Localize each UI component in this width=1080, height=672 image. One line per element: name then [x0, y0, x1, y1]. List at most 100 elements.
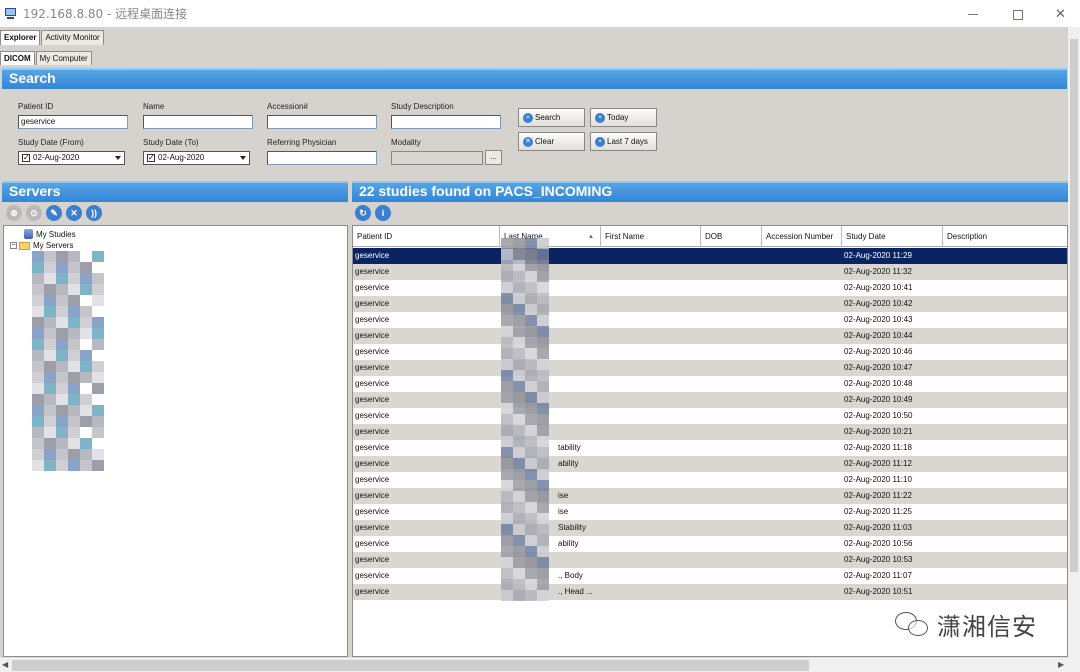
- table-row[interactable]: geservice 02-Aug-2020 10:53: [353, 552, 1067, 568]
- column-first-name[interactable]: First Name: [601, 226, 701, 247]
- redaction-block: [44, 339, 56, 350]
- redaction-block: [501, 491, 513, 502]
- cell-first-name: [601, 264, 701, 280]
- table-row[interactable]: geservice tability 02-Aug-2020 11:18: [353, 440, 1067, 456]
- table-row[interactable]: geservice 02-Aug-2020 11:29: [353, 248, 1067, 264]
- table-row[interactable]: geservice 02-Aug-2020 10:44: [353, 328, 1067, 344]
- redaction-block: [537, 535, 549, 546]
- today-button[interactable]: ▪ Today: [590, 108, 657, 127]
- redaction-block: [44, 460, 56, 471]
- cell-patient-id: geservice: [355, 523, 390, 532]
- name-input[interactable]: [143, 115, 253, 129]
- maximize-button[interactable]: [995, 0, 1040, 27]
- redaction-block: [44, 438, 56, 449]
- server-tree: My Studies − My Servers: [3, 225, 348, 657]
- collapse-icon[interactable]: −: [10, 242, 17, 249]
- redaction-block: [32, 383, 44, 394]
- search-button[interactable]: ⌕ Search: [518, 108, 585, 127]
- accession-input[interactable]: [267, 115, 377, 129]
- scroll-left-icon[interactable]: ◀: [2, 660, 8, 669]
- date-to-picker[interactable]: 02-Aug-2020: [143, 151, 250, 165]
- redaction-block: [32, 449, 44, 460]
- tree-item-my-servers[interactable]: − My Servers: [10, 241, 73, 250]
- scroll-right-icon[interactable]: ▶: [1058, 660, 1064, 669]
- table-row[interactable]: geservice., Body 02-Aug-2020 11:07: [353, 568, 1067, 584]
- table-row[interactable]: geservice 02-Aug-2020 10:46: [353, 344, 1067, 360]
- modality-input[interactable]: [391, 151, 483, 165]
- redaction-block: [501, 546, 513, 557]
- table-row[interactable]: geservice 02-Aug-2020 10:48: [353, 376, 1067, 392]
- chevron-down-icon[interactable]: [113, 153, 123, 163]
- redaction-block: [80, 405, 92, 416]
- study-description-input[interactable]: [391, 115, 501, 129]
- redaction-block: [501, 271, 513, 282]
- redaction-block: [32, 416, 44, 427]
- table-row[interactable]: geservice 02-Aug-2020 10:49: [353, 392, 1067, 408]
- table-row[interactable]: geservice 02-Aug-2020 11:32: [353, 264, 1067, 280]
- last-7-days-button[interactable]: ▪ Last 7 days: [590, 132, 657, 151]
- minimize-button[interactable]: [950, 0, 995, 27]
- clear-button[interactable]: ✕ Clear: [518, 132, 585, 151]
- redaction-block: [44, 405, 56, 416]
- redaction-block: [525, 304, 537, 315]
- modality-browse-button[interactable]: ...: [485, 150, 502, 165]
- table-row[interactable]: geservice Stability 02-Aug-2020 11:03: [353, 520, 1067, 536]
- redaction-block: [68, 460, 80, 471]
- redaction-block: [513, 535, 525, 546]
- tab-my-computer[interactable]: My Computer: [35, 51, 92, 65]
- date-from-picker[interactable]: 02-Aug-2020: [18, 151, 125, 165]
- column-patient-id[interactable]: Patient ID: [353, 226, 500, 247]
- table-row[interactable]: geservice ability 02-Aug-2020 10:56: [353, 536, 1067, 552]
- redaction-block: [501, 425, 513, 436]
- column-description[interactable]: Description: [943, 226, 1067, 247]
- edit-server-icon[interactable]: ✎: [46, 205, 62, 221]
- patient-id-input[interactable]: geservice: [18, 115, 128, 129]
- table-row[interactable]: geservice 02-Aug-2020 10:41: [353, 280, 1067, 296]
- table-row[interactable]: geservice 02-Aug-2020 10:21: [353, 424, 1067, 440]
- redaction-block: [92, 427, 104, 438]
- window-title: 192.168.8.80 - 远程桌面连接: [23, 7, 188, 21]
- date-from-checkbox[interactable]: [22, 152, 30, 164]
- column-dob[interactable]: DOB: [701, 226, 762, 247]
- app-window: Explorer Activity Monitor DICOM My Compu…: [0, 27, 1068, 657]
- redaction-block: [537, 502, 549, 513]
- echo-server-icon[interactable]: )): [86, 205, 102, 221]
- table-row[interactable]: geservice 02-Aug-2020 10:42: [353, 296, 1067, 312]
- tab-dicom[interactable]: DICOM: [0, 51, 35, 65]
- horizontal-scroll-thumb[interactable]: [12, 660, 809, 671]
- delete-server-icon[interactable]: ✕: [66, 205, 82, 221]
- redaction-block: [501, 480, 513, 491]
- table-row[interactable]: geservice 02-Aug-2020 11:10: [353, 472, 1067, 488]
- table-row[interactable]: geservice ability 02-Aug-2020 11:12: [353, 456, 1067, 472]
- query-server-icon[interactable]: ⊕: [6, 205, 22, 221]
- column-accession-number[interactable]: Accession Number: [762, 226, 842, 247]
- redaction-block: [537, 282, 549, 293]
- tree-item-my-studies[interactable]: My Studies: [24, 229, 76, 239]
- vertical-scroll-thumb[interactable]: [1070, 39, 1078, 572]
- tab-activity-monitor[interactable]: Activity Monitor: [41, 30, 104, 45]
- column-study-date[interactable]: Study Date: [842, 226, 943, 247]
- redaction-block: [537, 260, 549, 271]
- horizontal-scrollbar[interactable]: ◀ ▶: [0, 657, 1068, 672]
- close-button[interactable]: ✕: [1038, 0, 1080, 27]
- table-row[interactable]: geservice 02-Aug-2020 10:47: [353, 360, 1067, 376]
- date-to-value: 02-Aug-2020: [158, 153, 205, 162]
- redaction-block: [32, 306, 44, 317]
- cell-first-name: [601, 312, 701, 328]
- redaction-block: [501, 359, 513, 370]
- verify-server-icon[interactable]: ⊙: [26, 205, 42, 221]
- vertical-scrollbar[interactable]: [1068, 27, 1080, 672]
- table-row[interactable]: geservice ise 02-Aug-2020 11:22: [353, 488, 1067, 504]
- date-to-checkbox[interactable]: [147, 152, 155, 164]
- referring-physician-input[interactable]: [267, 151, 377, 165]
- table-row[interactable]: geservice 02-Aug-2020 10:43: [353, 312, 1067, 328]
- table-row[interactable]: geservice ise 02-Aug-2020 11:25: [353, 504, 1067, 520]
- redaction-block: [513, 359, 525, 370]
- tab-explorer[interactable]: Explorer: [0, 30, 41, 45]
- cell-accession: [762, 424, 842, 440]
- info-icon[interactable]: i: [375, 205, 391, 221]
- table-row[interactable]: geservice 02-Aug-2020 10:50: [353, 408, 1067, 424]
- chevron-down-icon[interactable]: [238, 153, 248, 163]
- refresh-icon[interactable]: ↻: [355, 205, 371, 221]
- table-row[interactable]: geservice., Head ... 02-Aug-2020 10:51: [353, 584, 1067, 600]
